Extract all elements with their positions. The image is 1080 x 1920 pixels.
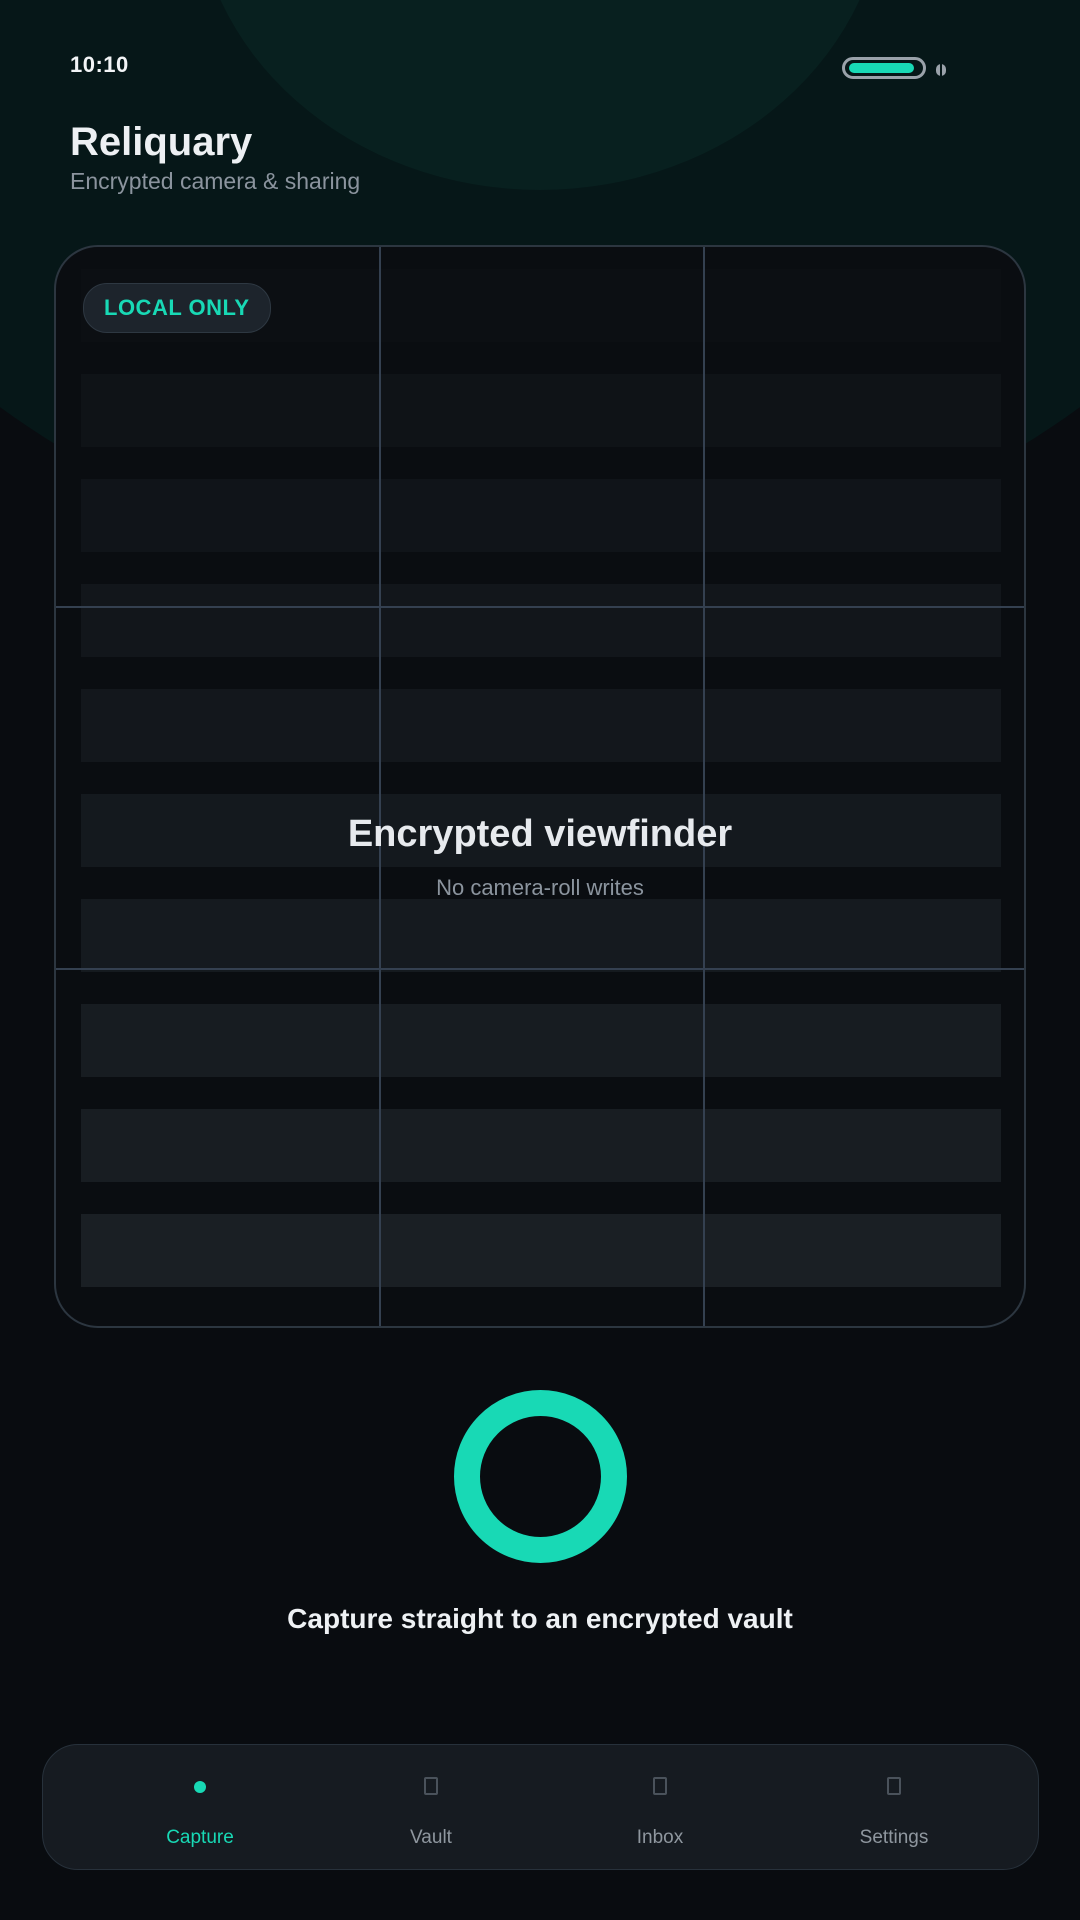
tab-label-capture: Capture <box>166 1827 234 1848</box>
tab-label-vault: Vault <box>410 1827 452 1848</box>
shutter-button[interactable] <box>454 1390 627 1563</box>
battery-cap-icon <box>936 64 946 76</box>
tab-label-settings: Settings <box>859 1827 929 1848</box>
viewfinder-subtitle: No camera-roll writes <box>436 875 644 900</box>
status-time: 10:10 <box>70 52 129 77</box>
vault-icon <box>351 1777 511 1797</box>
viewfinder-stripe <box>81 374 1001 447</box>
viewfinder-grid-line <box>703 247 705 1326</box>
tab-inbox[interactable]: Inbox <box>580 1745 740 1871</box>
dot-icon <box>120 1777 280 1797</box>
viewfinder-title: Encrypted viewfinder <box>347 813 733 855</box>
viewfinder-stripe <box>81 689 1001 762</box>
viewfinder[interactable]: LOCAL ONLY Encrypted viewfinder No camer… <box>54 245 1026 1328</box>
settings-icon <box>814 1777 974 1797</box>
viewfinder-stripe <box>81 1109 1001 1182</box>
local-only-badge: LOCAL ONLY <box>83 283 271 333</box>
capture-caption: Capture straight to an encrypted vault <box>287 1603 793 1634</box>
viewfinder-grid-line <box>379 247 381 1326</box>
inbox-icon <box>580 1777 740 1797</box>
tab-label-inbox: Inbox <box>636 1827 684 1848</box>
battery-level-fill <box>849 63 914 73</box>
app-subtitle: Encrypted camera & sharing <box>70 168 361 194</box>
tab-vault[interactable]: Vault <box>351 1745 511 1871</box>
tab-settings[interactable]: Settings <box>814 1745 974 1871</box>
viewfinder-stripe <box>81 1214 1001 1287</box>
bottom-tab-bar: Capture Vault Inbox Settings <box>42 1744 1039 1870</box>
viewfinder-stripe <box>81 899 1001 972</box>
capture-screen: 10:10 Reliquary Encrypted camera & shari… <box>0 0 1080 1920</box>
viewfinder-grid-line <box>56 968 1024 970</box>
tab-capture[interactable]: Capture <box>120 1745 280 1871</box>
viewfinder-stripe <box>81 479 1001 552</box>
viewfinder-grid-line <box>56 606 1024 608</box>
viewfinder-stripe <box>81 1004 1001 1077</box>
app-title: Reliquary <box>70 120 253 164</box>
battery-icon <box>842 57 926 79</box>
viewfinder-stripe <box>81 584 1001 657</box>
